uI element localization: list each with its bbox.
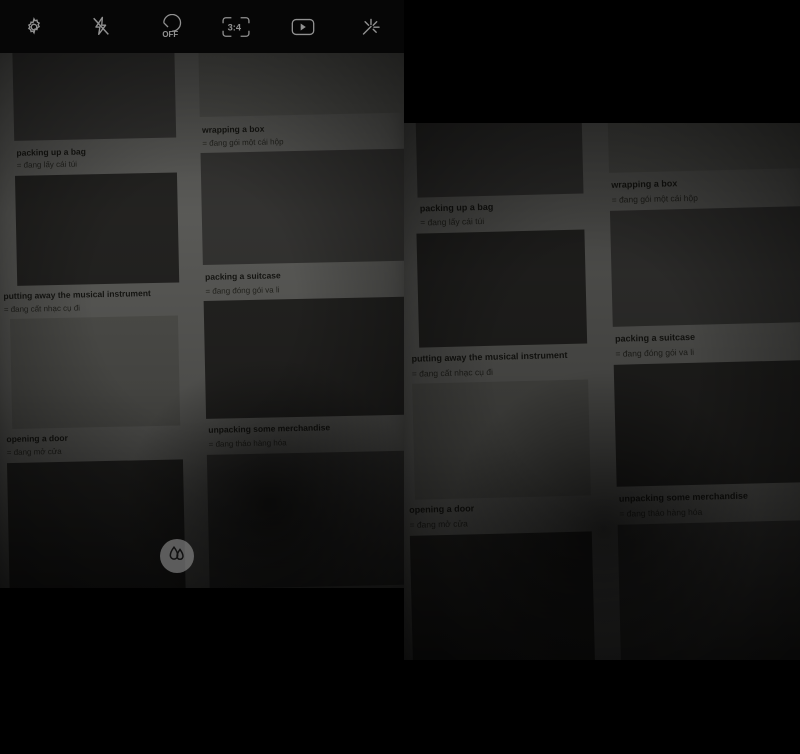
preview-caption-vi-5: = đang tháo hàng hóa — [619, 506, 703, 519]
timer-state-label: OFF — [163, 30, 179, 39]
caption-en-1: wrapping a box — [201, 123, 265, 135]
caption-vi-4: = đang mở cửa — [6, 446, 62, 458]
caption-vi-0: = đang lấy cái túi — [16, 159, 78, 170]
timer-icon: OFF — [153, 13, 183, 40]
timer-button[interactable]: OFF — [135, 0, 202, 53]
preview-caption-en-4: opening a door — [409, 503, 475, 515]
camera-toolbar: OFF 3:4 — [0, 0, 404, 53]
caption-vi-3: = đang đóng gói va li — [205, 285, 280, 296]
preview-caption-vi-2: = đang cất nhạc cụ đi — [411, 366, 494, 379]
caption-en-5: unpacking some merchandise — [208, 422, 331, 435]
aspect-ratio-label: 3:4 — [227, 22, 241, 32]
flash-off-icon — [90, 15, 112, 39]
camera-viewfinder-screen: OFF 3:4 packing up a bag = đang lấy cái … — [0, 0, 404, 754]
caption-vi-2: = đang cất nhạc cụ đi — [3, 303, 81, 315]
water-drop-icon — [168, 544, 186, 569]
effects-button[interactable] — [337, 0, 404, 53]
caption-vi-5: = đang tháo hàng hóa — [208, 438, 287, 449]
camera-control-bar — [0, 588, 404, 754]
preview-caption-vi-0: = đang lấy cái túi — [420, 215, 485, 228]
live-photo-button[interactable] — [269, 0, 336, 53]
magic-wand-icon — [358, 15, 382, 39]
preview-caption-en-2: putting away the musical instrument — [411, 349, 568, 364]
aspect-ratio-button[interactable]: 3:4 — [202, 0, 269, 53]
preview-caption-vi-1: = đang gói một cái hộp — [611, 192, 699, 205]
preview-caption-vi-3: = đang đóng gói va li — [615, 346, 695, 359]
caption-en-4: opening a door — [6, 432, 68, 445]
preview-caption-vi-4: = đang mở cửa — [409, 518, 468, 530]
flash-toggle-button[interactable] — [67, 0, 134, 53]
caption-en-2: putting away the musical instrument — [3, 288, 151, 302]
photo-preview-screen: packing up a bag = đang lấy cái túi putt… — [404, 0, 800, 754]
preview-caption-en-5: unpacking some merchandise — [618, 490, 749, 504]
caption-en-0: packing up a bag — [16, 146, 87, 158]
live-photo-icon — [290, 16, 316, 38]
preview-caption-en-3: packing a suitcase — [614, 331, 696, 344]
caption-en-3: packing a suitcase — [205, 270, 281, 282]
preview-caption-en-1: wrapping a box — [611, 178, 678, 190]
viewfinder-live-image[interactable]: packing up a bag = đang lấy cái túi putt… — [0, 53, 404, 588]
caption-vi-1: = đang gói một cái hộp — [202, 137, 284, 148]
captured-photo-preview[interactable]: packing up a bag = đang lấy cái túi putt… — [404, 123, 800, 660]
gear-icon — [23, 16, 45, 38]
settings-button[interactable] — [0, 0, 67, 53]
preview-action-bar: Thử lại OK — [404, 660, 800, 754]
preview-caption-en-0: packing up a bag — [419, 201, 494, 214]
blur-effect-badge[interactable] — [160, 539, 194, 573]
aspect-ratio-icon: 3:4 — [221, 15, 251, 39]
